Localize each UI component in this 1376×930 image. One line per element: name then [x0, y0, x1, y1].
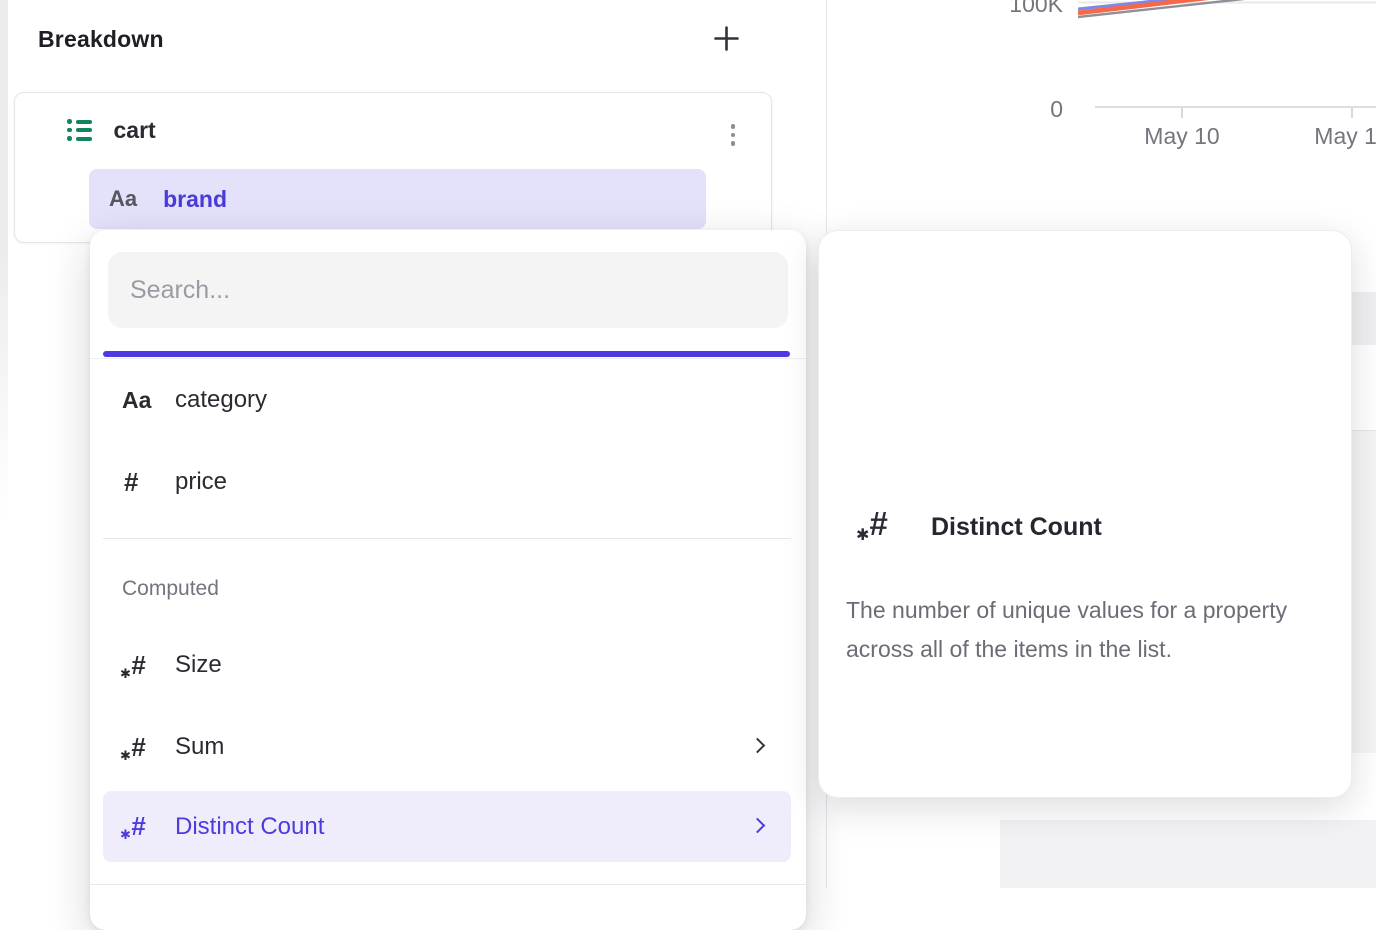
chevron-right-icon: [750, 738, 766, 754]
computed-number-icon: ✱#: [869, 507, 887, 540]
cart-row[interactable]: cart: [67, 115, 156, 145]
search-input[interactable]: [108, 252, 788, 328]
dropdown-item-label: Distinct Count: [175, 813, 324, 841]
x-axis-tick: [1181, 108, 1183, 118]
x-axis-tick: [1351, 108, 1353, 118]
y-axis-tick-label: 0: [953, 96, 1063, 123]
computed-section-label: Computed: [122, 577, 219, 601]
cart-label: cart: [114, 117, 156, 144]
number-type-icon: #: [124, 467, 138, 498]
search-box: [108, 252, 788, 328]
computed-number-icon: ✱#: [131, 734, 145, 761]
x-axis-tick-label: May 17: [1282, 123, 1376, 150]
property-dropdown: Aa category # price Computed ✱# Size ✱# …: [90, 230, 806, 930]
dropdown-item-sum[interactable]: ✱# Sum: [103, 722, 791, 772]
table-cell-band: [1000, 820, 1376, 888]
text-type-icon: Aa: [109, 186, 137, 212]
plus-icon: [713, 25, 740, 55]
header-divider: [90, 358, 806, 359]
line-chart-plot: [1078, 0, 1376, 60]
kebab-menu-icon[interactable]: [725, 118, 742, 152]
add-breakdown-button[interactable]: [708, 22, 744, 58]
computed-number-icon: ✱#: [131, 652, 145, 679]
selected-property-chip[interactable]: Aa brand: [89, 169, 706, 229]
dropdown-item-distinct-count[interactable]: ✱# Distinct Count: [103, 791, 791, 862]
text-type-icon: Aa: [122, 387, 151, 414]
dropdown-item-label: Sum: [175, 733, 224, 761]
breakdown-cart-card: cart Aa brand: [14, 92, 772, 243]
x-axis-tick-label: May 10: [1112, 123, 1252, 150]
computed-number-icon: ✱#: [131, 813, 145, 840]
dropdown-item-label: Size: [175, 651, 222, 679]
dropdown-item-price[interactable]: # price: [103, 457, 791, 507]
active-tab-indicator: [103, 351, 790, 357]
breakdown-title: Breakdown: [38, 26, 164, 53]
dropdown-item-label: price: [175, 468, 227, 496]
x-axis-line: [1095, 106, 1376, 108]
distinct-count-tooltip: ✱# Distinct Count The number of unique v…: [818, 230, 1352, 798]
dropdown-item-size[interactable]: ✱# Size: [103, 640, 791, 690]
page-left-edge: [0, 0, 8, 520]
dropdown-item-label: category: [175, 386, 267, 414]
section-divider: [103, 538, 791, 539]
list-property-icon: [67, 119, 92, 141]
tooltip-title: Distinct Count: [931, 513, 1102, 542]
selected-property-label: brand: [163, 186, 227, 213]
dropdown-item-category[interactable]: Aa category: [103, 375, 791, 425]
list-bottom-divider: [90, 884, 806, 885]
y-axis-tick-label: 100K: [953, 0, 1063, 18]
chevron-right-icon: [750, 817, 766, 833]
tooltip-description: The number of unique values for a proper…: [846, 591, 1351, 669]
